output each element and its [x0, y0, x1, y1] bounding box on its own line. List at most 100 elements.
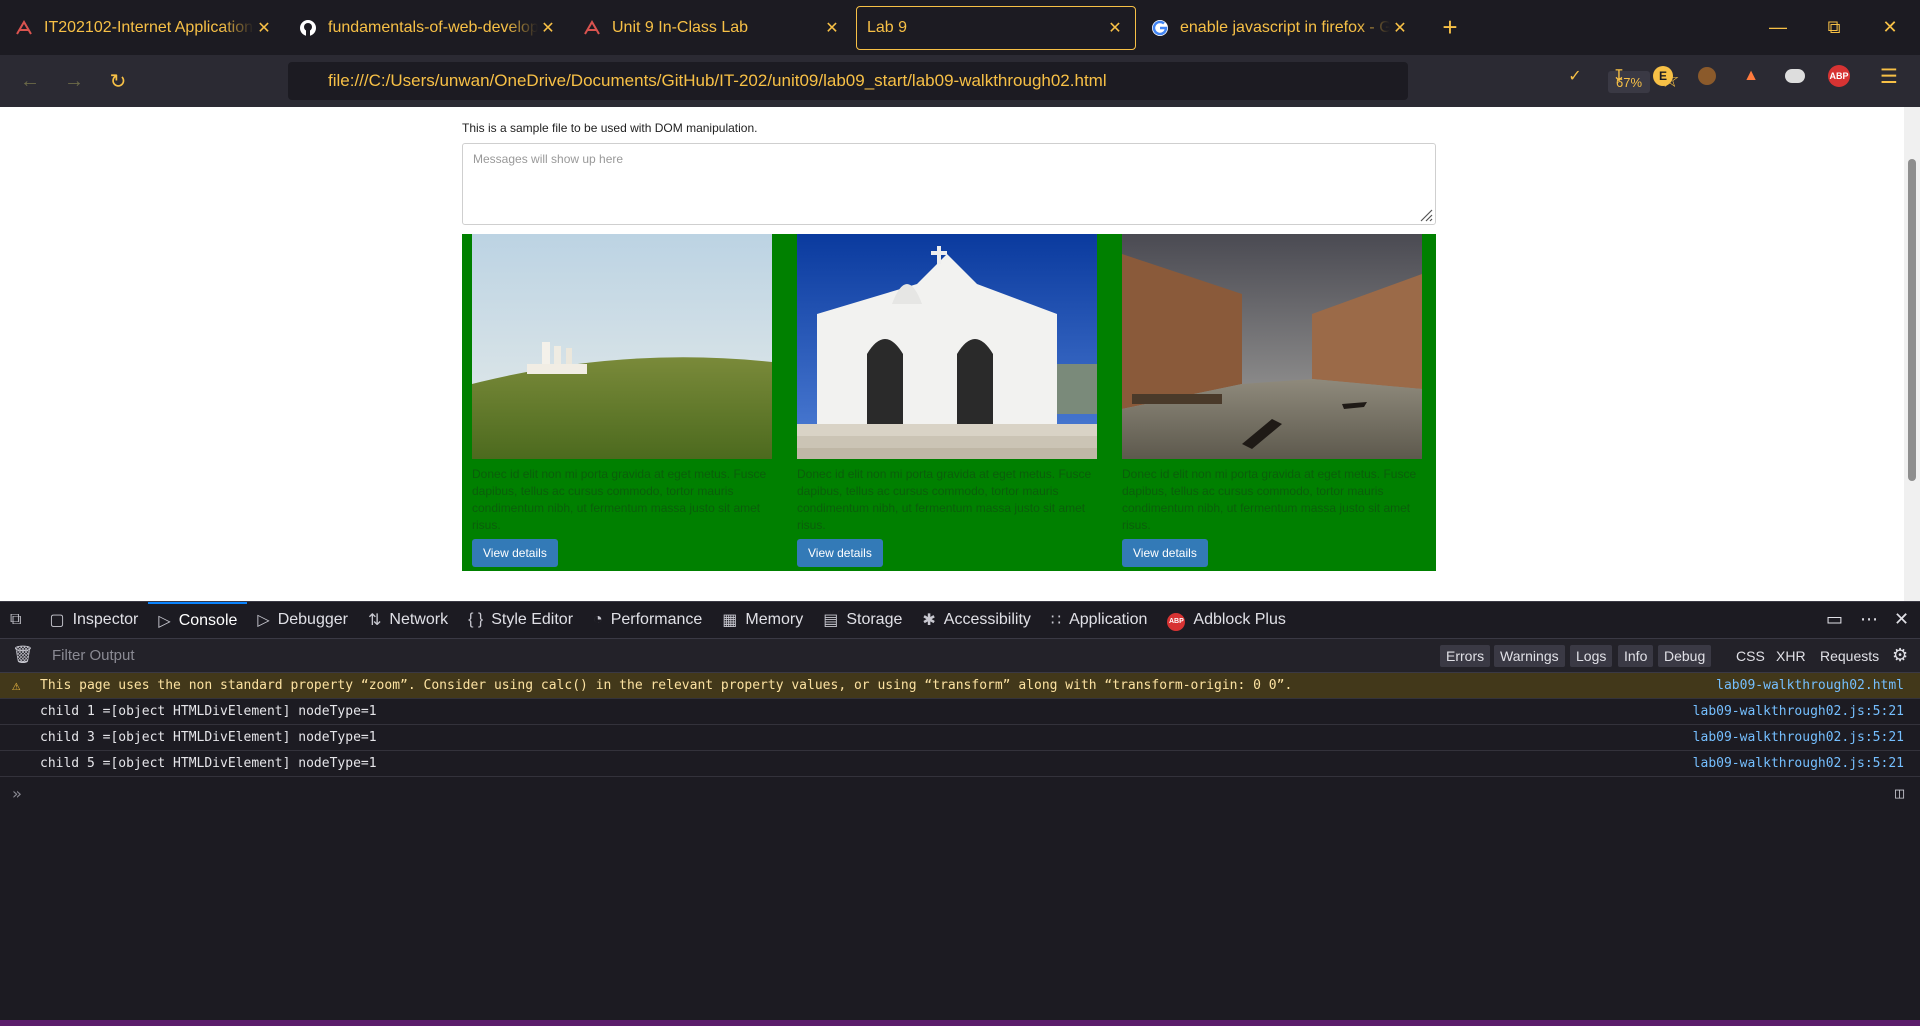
extension-speaker-icon[interactable]: ▲	[1736, 61, 1766, 91]
tab-title: enable javascript in firefox - Google Se…	[1180, 18, 1390, 36]
adblock-plus-icon[interactable]: ABP	[1824, 61, 1854, 91]
close-tab-icon[interactable]: ✕	[822, 18, 842, 38]
back-button[interactable]: ←	[12, 63, 48, 99]
extension-e-icon[interactable]: E	[1648, 61, 1678, 91]
google-icon	[1150, 18, 1170, 38]
network-icon: ⇅	[367, 612, 382, 629]
prompt-chevron-icon: »	[12, 783, 22, 803]
filter-output-input[interactable]: Filter Output	[52, 647, 135, 664]
tab-storage[interactable]: ▤ Storage	[813, 602, 912, 639]
tab-unit9-lab[interactable]: Unit 9 In-Class Lab ✕	[572, 6, 852, 50]
view-details-button[interactable]: View details	[1122, 539, 1208, 567]
responsive-design-icon[interactable]: ▭	[1826, 601, 1843, 638]
tab-adblock-plus[interactable]: ABP Adblock Plus	[1157, 602, 1296, 639]
view-details-button[interactable]: View details	[472, 539, 558, 567]
card: Donec id elit non mi porta gravida at eg…	[797, 234, 1097, 571]
filter-warnings-button[interactable]: Warnings	[1494, 645, 1565, 667]
tab-console[interactable]: ▷ Console	[148, 601, 248, 639]
close-tab-icon[interactable]: ✕	[1390, 18, 1410, 38]
tab-google-search[interactable]: enable javascript in firefox - Google Se…	[1140, 6, 1420, 50]
venice-canal-image	[1122, 234, 1422, 459]
tab-accessibility[interactable]: ✱ Accessibility	[912, 602, 1041, 639]
scrollbar-thumb[interactable]	[1908, 159, 1916, 481]
console-icon: ▷	[158, 613, 171, 630]
extension-mask-icon[interactable]	[1780, 61, 1810, 91]
filter-debug-button[interactable]: Debug	[1658, 645, 1712, 667]
downloads-icon[interactable]: ↧	[1604, 61, 1634, 91]
pocket-icon[interactable]: ✓	[1560, 61, 1590, 91]
console-source-link[interactable]: lab09-walkthrough02.js:5:21	[1693, 756, 1904, 771]
console-message: child 3 =[object HTMLDivElement] nodeTyp…	[40, 730, 377, 745]
reload-button[interactable]: ↻	[100, 63, 136, 99]
close-tab-icon[interactable]: ✕	[1105, 18, 1125, 38]
warning-icon: ⚠	[12, 677, 21, 694]
messages-textarea[interactable]: Messages will show up here	[462, 143, 1436, 225]
resize-grip-icon[interactable]	[1419, 208, 1433, 222]
minimize-window-icon[interactable]: —	[1750, 0, 1806, 55]
filter-info-button[interactable]: Info	[1618, 645, 1654, 667]
console-warning-row: ⚠ This page uses the non standard proper…	[0, 673, 1920, 699]
console-log-row: child 5 =[object HTMLDivElement] nodeTyp…	[0, 751, 1920, 777]
filter-css-button[interactable]: CSS	[1730, 645, 1771, 667]
tab-style-editor[interactable]: { } Style Editor	[458, 602, 583, 639]
extension-cookie-icon[interactable]	[1692, 61, 1722, 91]
more-options-icon[interactable]: ⋯	[1860, 601, 1878, 638]
page-scrollbar[interactable]	[1904, 107, 1920, 601]
close-tab-icon[interactable]: ✕	[254, 18, 274, 38]
tab-github[interactable]: fundamentals-of-web-development ✕	[288, 6, 568, 50]
white-chapel-image	[797, 234, 1097, 459]
window-bottom-edge	[0, 1020, 1920, 1026]
filter-logs-button[interactable]: Logs	[1570, 645, 1613, 667]
card-text: Donec id elit non mi porta gravida at eg…	[472, 467, 767, 532]
tab-performance[interactable]: ◔ Performance	[583, 602, 712, 639]
card-text: Donec id elit non mi porta gravida at eg…	[1122, 467, 1417, 532]
console-output: ⚠ This page uses the non standard proper…	[0, 673, 1920, 1026]
console-source-link[interactable]: lab09-walkthrough02.js:5:21	[1693, 704, 1904, 719]
memory-icon: ▦	[722, 612, 738, 629]
card: Donec id elit non mi porta gravida at eg…	[472, 234, 772, 571]
menu-hamburger-icon[interactable]: ☰	[1874, 61, 1904, 91]
tab-inspector[interactable]: ▢ Inspector	[39, 602, 148, 639]
tab-it202102[interactable]: IT202102-Internet Applications ✕	[4, 6, 284, 50]
close-devtools-icon[interactable]: ✕	[1894, 601, 1909, 638]
console-settings-icon[interactable]: ⚙	[1892, 638, 1908, 673]
console-message: child 1 =[object HTMLDivElement] nodeTyp…	[40, 704, 377, 719]
view-details-button[interactable]: View details	[797, 539, 883, 567]
tab-lab9[interactable]: Lab 9 ✕	[856, 5, 1136, 50]
storage-icon: ▤	[823, 612, 839, 629]
filter-errors-button[interactable]: Errors	[1440, 645, 1491, 667]
console-message: This page uses the non standard property…	[40, 678, 1293, 693]
restore-window-icon[interactable]: ⧉	[1806, 0, 1862, 55]
address-bar[interactable]: file:///C:/Users/unwan/OneDrive/Document…	[288, 62, 1680, 100]
tab-memory[interactable]: ▦ Memory	[712, 602, 813, 639]
debugger-icon: ▷	[257, 612, 270, 629]
editor-mode-icon[interactable]: ◫	[1895, 784, 1904, 802]
github-icon	[298, 18, 318, 38]
url-text: file:///C:/Users/unwan/OneDrive/Document…	[328, 71, 1107, 90]
new-tab-button[interactable]: +	[1428, 6, 1472, 50]
console-log-row: child 1 =[object HTMLDivElement] nodeTyp…	[0, 699, 1920, 725]
tab-application[interactable]: ∷ Application	[1041, 602, 1157, 639]
forward-button[interactable]: →	[56, 63, 92, 99]
intro-text: This is a sample file to be used with DO…	[462, 121, 758, 135]
grassland-landscape-image	[472, 234, 772, 459]
tab-debugger[interactable]: ▷ Debugger	[247, 602, 358, 639]
close-window-icon[interactable]: ✕	[1862, 0, 1918, 55]
console-source-link[interactable]: lab09-walkthrough02.js:5:21	[1693, 730, 1904, 745]
filter-xhr-button[interactable]: XHR	[1770, 645, 1812, 667]
console-input[interactable]: » ◫	[0, 777, 1920, 809]
card-text: Donec id elit non mi porta gravida at eg…	[797, 467, 1092, 532]
abp-icon: ABP	[1167, 610, 1186, 631]
console-message: child 5 =[object HTMLDivElement] nodeTyp…	[40, 756, 377, 771]
tab-network[interactable]: ⇅ Network	[358, 602, 458, 639]
accessibility-icon: ✱	[922, 612, 936, 629]
inspector-icon: ▢	[49, 612, 65, 629]
pdf-icon	[582, 18, 602, 38]
close-tab-icon[interactable]: ✕	[538, 18, 558, 38]
messages-placeholder: Messages will show up here	[473, 152, 624, 166]
filter-requests-button[interactable]: Requests	[1814, 645, 1885, 667]
trash-icon[interactable]: 🗑	[12, 645, 34, 665]
element-picker-icon[interactable]: ⧉	[0, 602, 39, 639]
console-source-link[interactable]: lab09-walkthrough02.html	[1716, 678, 1904, 693]
tab-title: IT202102-Internet Applications	[44, 18, 254, 36]
